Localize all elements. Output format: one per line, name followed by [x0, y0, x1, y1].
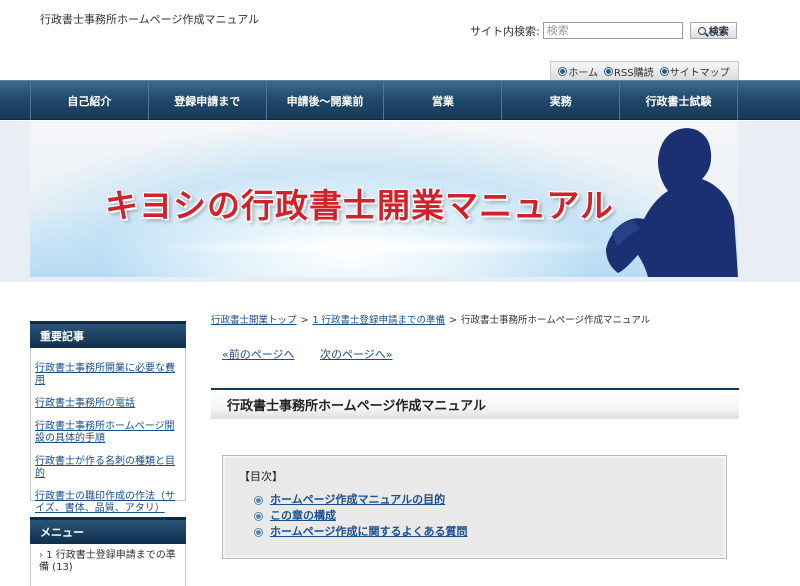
- util-link-label: ホーム: [568, 67, 599, 79]
- toc-title: 【目次】: [239, 470, 283, 483]
- menu-title: メニュー: [30, 517, 186, 544]
- nav-item-sales[interactable]: 営業: [384, 81, 503, 120]
- breadcrumb-separator: >: [300, 315, 309, 326]
- next-page-link[interactable]: 次のページへ»: [320, 348, 393, 361]
- utility-nav: ホーム RSS購読 サイトマップ: [550, 61, 739, 80]
- important-article-link[interactable]: 行政書士が作る名刺の種類と目的: [35, 456, 181, 480]
- util-link-home[interactable]: ホーム: [559, 64, 598, 79]
- bullet-icon: [255, 512, 262, 520]
- prev-page-link[interactable]: «前のページへ: [222, 348, 295, 361]
- page-title: 行政書士事務所ホームページ作成マニュアル: [211, 388, 739, 419]
- breadcrumb-separator: >: [449, 315, 458, 326]
- page: 行政書士事務所ホームページ作成マニュアル サイト内検索: 検索 ホーム RSS購…: [0, 0, 800, 586]
- pager: «前のページへ 次のページへ»: [222, 346, 415, 362]
- toc-list: ホームページ作成マニュアルの目的 この章の構成 ホームページ作成に関するよくある…: [239, 492, 710, 540]
- toc-item-faq[interactable]: ホームページ作成に関するよくある質問: [255, 524, 710, 540]
- menu-box: メニュー 1 行政書士登録申請までの準備 (13): [30, 517, 186, 586]
- presenter-silhouette-icon: [606, 128, 738, 277]
- menu-item[interactable]: 1 行政書士登録申請までの準備 (13): [39, 550, 179, 574]
- toc-item-structure[interactable]: この章の構成: [255, 508, 710, 524]
- breadcrumb-current: 行政書士事務所ホームページ作成マニュアル: [461, 315, 651, 326]
- search-button-label: 検索: [708, 27, 729, 38]
- toc-item-label: この章の構成: [270, 509, 336, 522]
- important-articles-box: 重要記事 行政書士事務所開業に必要な費用 行政書士事務所の電話 行政書士事務所ホ…: [30, 321, 186, 514]
- bullet-icon: [559, 67, 567, 75]
- important-article-link[interactable]: 行政書士事務所の電話: [35, 398, 181, 410]
- util-link-rss[interactable]: RSS購読: [605, 64, 654, 79]
- bullet-icon: [255, 528, 262, 536]
- banner: キヨシの行政書士開業マニュアル: [30, 121, 738, 277]
- search-icon: [697, 26, 706, 35]
- site-title: 行政書士事務所ホームページ作成マニュアル: [40, 13, 260, 26]
- nav-item-exam[interactable]: 行政書士試験: [620, 81, 738, 120]
- search-button[interactable]: 検索: [689, 22, 737, 39]
- search-input[interactable]: [542, 22, 683, 39]
- important-articles-list: 行政書士事務所開業に必要な費用 行政書士事務所の電話 行政書士事務所ホームページ…: [31, 348, 185, 515]
- toc-item-label: ホームページ作成に関するよくある質問: [270, 525, 468, 538]
- important-article-link[interactable]: 行政書士事務所ホームページ開設の具体的手順: [35, 421, 181, 445]
- important-article-link[interactable]: 行政書士事務所開業に必要な費用: [35, 363, 181, 387]
- breadcrumb-link-category[interactable]: 1 行政書士登録申請までの準備: [312, 315, 445, 326]
- search-label: サイト内検索:: [470, 24, 540, 38]
- important-article-link[interactable]: 行政書士の職印作成の作法（サイズ、書体、品質、アタリ）: [35, 491, 181, 515]
- important-articles-title: 重要記事: [30, 321, 186, 348]
- toc-item-purpose[interactable]: ホームページ作成マニュアルの目的: [255, 492, 710, 508]
- breadcrumb-link-top[interactable]: 行政書士開業トップ: [211, 315, 297, 326]
- menu-list: 1 行政書士登録申請までの準備 (13): [31, 544, 185, 574]
- nav-item-practice[interactable]: 実務: [502, 81, 621, 120]
- main-nav: 自己紹介 登録申請まで 申請後～開業前 営業 実務 行政書士試験: [0, 80, 800, 120]
- banner-light-streak: [150, 236, 630, 256]
- bullet-icon: [660, 67, 668, 75]
- util-link-label: サイトマップ: [669, 67, 730, 79]
- bullet-icon: [255, 496, 262, 504]
- nav-item-registration[interactable]: 登録申請まで: [149, 81, 267, 120]
- nav-item-profile[interactable]: 自己紹介: [31, 81, 149, 120]
- table-of-contents: 【目次】 ホームページ作成マニュアルの目的 この章の構成 ホームページ作成に関す…: [222, 455, 727, 559]
- util-link-label: RSS購読: [614, 67, 654, 79]
- toc-item-label: ホームページ作成マニュアルの目的: [270, 493, 446, 506]
- site-search: サイト内検索: 検索: [470, 22, 737, 39]
- banner-title: キヨシの行政書士開業マニュアル: [105, 186, 615, 225]
- banner-area: キヨシの行政書士開業マニュアル: [0, 121, 800, 282]
- bullet-icon: [605, 67, 613, 75]
- util-link-sitemap[interactable]: サイトマップ: [660, 64, 730, 79]
- nav-item-pre-opening[interactable]: 申請後～開業前: [267, 81, 385, 120]
- breadcrumb: 行政書士開業トップ >1 行政書士登録申請までの準備 > 行政書士事務所ホームページ作…: [211, 312, 650, 326]
